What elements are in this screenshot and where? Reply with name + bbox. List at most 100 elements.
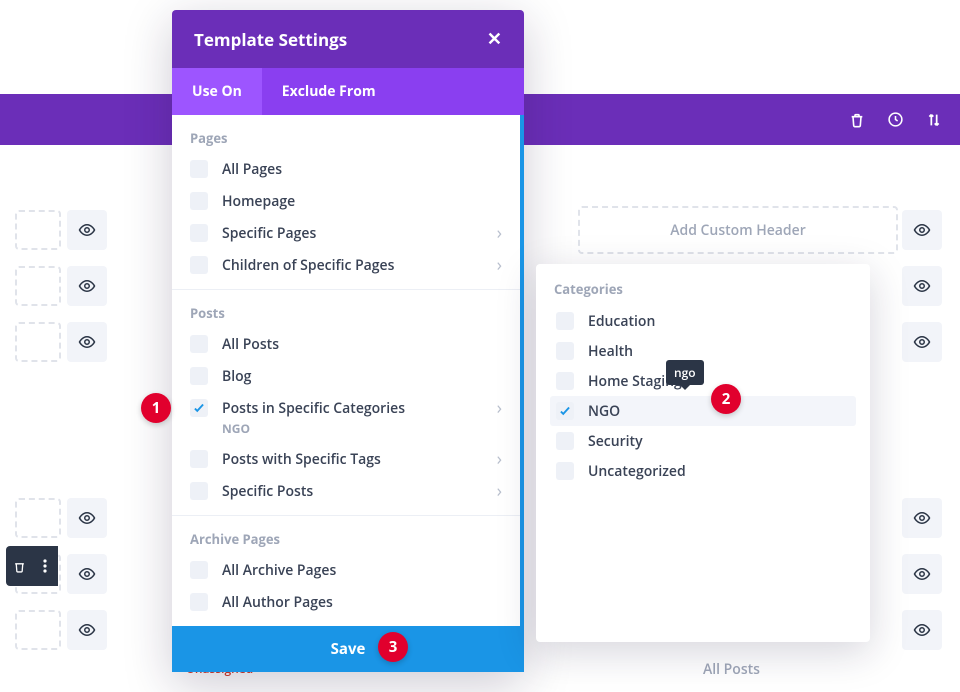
template-slot (15, 610, 61, 650)
modal-body: Pages All Pages Homepage Specific Pages ›… (172, 115, 524, 626)
tab-use-on[interactable]: Use On (172, 68, 262, 115)
cat-education[interactable]: Education (550, 306, 856, 336)
visibility-toggle[interactable] (902, 210, 942, 250)
opt-label: All Archive Pages (222, 561, 336, 580)
opt-label: All Posts (222, 335, 279, 354)
checkbox-icon[interactable] (556, 372, 574, 390)
visibility-toggle[interactable] (902, 498, 942, 538)
visibility-toggle[interactable] (902, 322, 942, 362)
chevron-right-icon: › (497, 450, 502, 468)
chevron-right-icon: › (497, 399, 502, 417)
visibility-toggle[interactable] (902, 610, 942, 650)
visibility-toggle[interactable] (67, 210, 107, 250)
flyout-title: Categories (550, 278, 856, 306)
opt-label: Posts in Specific Categories (222, 399, 405, 418)
template-settings-modal: Template Settings ✕ Use On Exclude From … (172, 10, 524, 672)
opt-label: All Author Pages (222, 593, 333, 612)
modal-title: Template Settings (194, 28, 347, 51)
checkbox-icon[interactable] (190, 482, 208, 500)
trash-icon[interactable] (849, 112, 865, 128)
opt-label: Specific Posts (222, 482, 313, 501)
checkbox-icon[interactable] (190, 256, 208, 274)
template-slot (15, 322, 61, 362)
checkbox-icon[interactable] (556, 462, 574, 480)
cat-ngo[interactable]: NGO (550, 396, 856, 426)
opt-all-pages[interactable]: All Pages (172, 153, 520, 185)
opt-blog[interactable]: Blog (172, 360, 520, 392)
opt-label: Homepage (222, 192, 295, 211)
checkbox-icon[interactable] (556, 432, 574, 450)
checkbox-icon[interactable] (190, 160, 208, 178)
template-slot (15, 498, 61, 538)
cat-label: Uncategorized (588, 462, 686, 481)
opt-posts-specific-tags[interactable]: Posts with Specific Tags › (172, 443, 520, 475)
template-slot (15, 266, 61, 306)
checkbox-icon[interactable] (556, 342, 574, 360)
close-icon[interactable]: ✕ (487, 27, 502, 51)
sort-icon[interactable] (926, 112, 942, 128)
section-pages: Pages All Pages Homepage Specific Pages ›… (172, 115, 520, 290)
row-more-icon[interactable] (32, 546, 58, 586)
section-archive-title: Archive Pages (172, 530, 520, 554)
add-custom-header-button[interactable]: Add Custom Header (578, 206, 898, 254)
cat-uncategorized[interactable]: Uncategorized (550, 456, 856, 486)
checkbox-icon[interactable] (190, 399, 208, 417)
checkbox-icon[interactable] (190, 450, 208, 468)
opt-children-specific-pages[interactable]: Children of Specific Pages › (172, 249, 520, 281)
opt-label: Posts with Specific Tags (222, 450, 381, 469)
opt-all-posts[interactable]: All Posts (172, 328, 520, 360)
modal-header: Template Settings ✕ (172, 10, 524, 68)
section-pages-title: Pages (172, 129, 520, 153)
opt-label: Children of Specific Pages (222, 256, 394, 275)
visibility-toggle[interactable] (67, 322, 107, 362)
row-delete-icon[interactable] (6, 546, 32, 586)
search-tooltip: ngo (666, 360, 704, 385)
opt-all-archive[interactable]: All Archive Pages (172, 554, 520, 586)
checkbox-icon[interactable] (190, 593, 208, 611)
opt-posts-specific-categories[interactable]: Posts in Specific Categories › (172, 392, 520, 424)
visibility-toggle[interactable] (67, 554, 107, 594)
annotation-badge-1: 1 (141, 393, 171, 423)
opt-label: Specific Pages (222, 224, 316, 243)
cat-label: Health (588, 342, 633, 361)
visibility-toggle[interactable] (902, 554, 942, 594)
chevron-right-icon: › (497, 482, 502, 500)
opt-label: All Pages (222, 160, 282, 179)
annotation-badge-3: 3 (378, 632, 408, 662)
cat-security[interactable]: Security (550, 426, 856, 456)
add-header-label: Add Custom Header (670, 221, 806, 240)
visibility-toggle[interactable] (902, 266, 942, 306)
history-icon[interactable] (887, 111, 904, 128)
checkbox-icon[interactable] (190, 561, 208, 579)
section-posts: Posts All Posts Blog Posts in Specific C… (172, 290, 520, 516)
visibility-toggle[interactable] (67, 498, 107, 538)
cat-label: NGO (588, 402, 620, 421)
checkbox-icon[interactable] (190, 335, 208, 353)
opt-label: Blog (222, 367, 251, 386)
cat-label: Education (588, 312, 655, 331)
bg-right-column (898, 202, 958, 658)
annotation-badge-2: 2 (711, 384, 741, 414)
opt-specific-pages[interactable]: Specific Pages › (172, 217, 520, 249)
checkbox-icon[interactable] (556, 402, 574, 420)
save-button[interactable]: Save (172, 626, 524, 672)
bg-left-column (0, 202, 115, 658)
chevron-right-icon: › (497, 224, 502, 242)
checkbox-icon[interactable] (190, 367, 208, 385)
section-archive: Archive Pages All Archive Pages All Auth… (172, 516, 520, 626)
modal-tabs: Use On Exclude From (172, 68, 524, 115)
checkbox-icon[interactable] (556, 312, 574, 330)
bg-all-posts-label: All Posts (703, 660, 760, 679)
row-actions (6, 546, 58, 586)
visibility-toggle[interactable] (67, 610, 107, 650)
checkbox-icon[interactable] (190, 192, 208, 210)
opt-all-author[interactable]: All Author Pages (172, 586, 520, 618)
visibility-toggle[interactable] (67, 266, 107, 306)
chevron-right-icon: › (497, 256, 502, 274)
opt-homepage[interactable]: Homepage (172, 185, 520, 217)
template-slot (15, 210, 61, 250)
section-posts-title: Posts (172, 304, 520, 328)
checkbox-icon[interactable] (190, 224, 208, 242)
tab-exclude-from[interactable]: Exclude From (262, 68, 396, 115)
opt-specific-posts[interactable]: Specific Posts › (172, 475, 520, 507)
